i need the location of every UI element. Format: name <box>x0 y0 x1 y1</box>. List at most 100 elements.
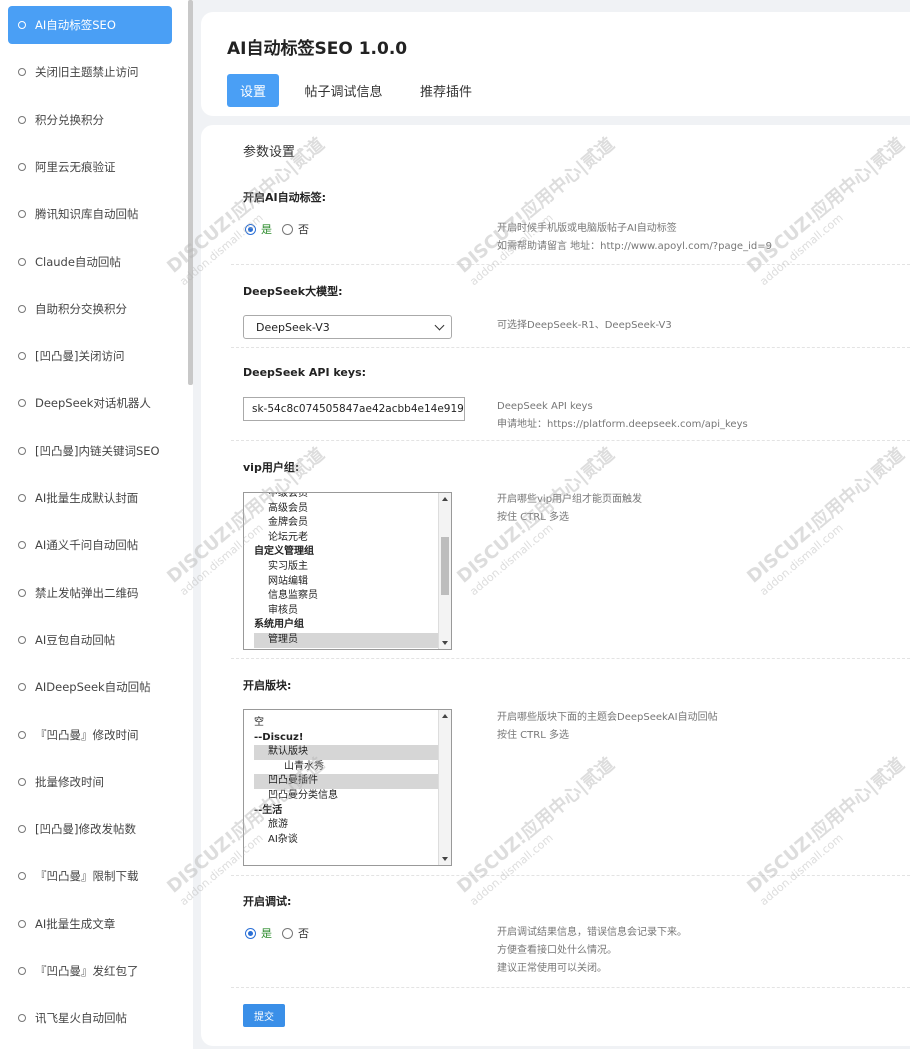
sidebar-item[interactable]: 关闭旧主题禁止访问 <box>8 53 172 91</box>
sidebar-item[interactable]: 『凹凸曼』限制下载 <box>8 857 172 895</box>
tab-post-debug-info[interactable]: 帖子调试信息 <box>296 74 391 107</box>
option-group-label: 系统用户组 <box>254 619 304 631</box>
debug-yes-radio[interactable] <box>245 927 256 939</box>
debug-label: 开启调试: <box>243 895 292 908</box>
enable-ai-no-label: 否 <box>298 223 309 236</box>
section-title: 参数设置 <box>243 145 296 160</box>
api-keys-desc-line1: DeepSeek API keys <box>497 401 593 412</box>
list-option[interactable]: 网站编辑 <box>254 575 451 590</box>
chevron-down-icon <box>434 320 445 331</box>
circle-bullet-icon <box>18 304 26 313</box>
setting-enable-ai: 开启AI自动标签: 是 否 开启时候手机版或电脑版帖子AI自动标签 如需帮助请留… <box>231 169 910 265</box>
model-select[interactable]: DeepSeek-V3 <box>243 315 452 339</box>
list-option[interactable]: 审核员 <box>254 604 451 619</box>
sidebar-item[interactable]: 『凹凸曼』修改时间 <box>8 716 172 754</box>
setting-api-keys: DeepSeek API keys: sk-54c8c074505847ae42… <box>231 348 910 441</box>
circle-bullet-icon <box>18 919 26 928</box>
debug-no-radio[interactable] <box>282 927 293 939</box>
sidebar-item[interactable]: DeepSeek对话机器人 <box>8 384 172 422</box>
vip-groups-multiselect[interactable]: 中级会员 高级会员 金牌会员 论坛元老 自定义管理组 实习版主 网站编辑 信息监察员 审核员 系统… <box>243 492 452 650</box>
list-option[interactable]: 空 <box>254 716 451 731</box>
sidebar-item[interactable]: AI批量生成默认封面 <box>8 479 172 517</box>
sidebar-item[interactable]: AI批量生成文章 <box>8 905 172 943</box>
sidebar-item-label: 关闭旧主题禁止访问 <box>35 65 139 80</box>
list-option[interactable]: 中级会员 <box>254 493 451 502</box>
sidebar-item[interactable]: 阿里云无痕验证 <box>8 148 172 186</box>
sidebar-item[interactable]: [凹凸曼]修改发帖数 <box>8 810 172 848</box>
enable-ai-description: 开启时候手机版或电脑版帖子AI自动标签 如需帮助请留言 地址：http://ww… <box>497 220 772 256</box>
scroll-up-arrow-icon[interactable] <box>442 497 448 501</box>
scroll-down-arrow-icon[interactable] <box>442 641 448 645</box>
sidebar-item[interactable]: 批量修改时间 <box>8 763 172 801</box>
list-option[interactable]: 默认版块 <box>254 745 451 760</box>
sidebar-item-label: 『凹凸曼』限制下载 <box>35 869 139 884</box>
api-keys-input[interactable]: sk-54c8c074505847ae42acbb4e14e919 <box>243 397 465 421</box>
tab-settings[interactable]: 设置 <box>227 74 279 107</box>
sidebar-item-label: AI豆包自动回帖 <box>35 632 116 647</box>
list-option[interactable]: 金牌会员 <box>254 516 451 531</box>
vip-groups-scrollbar[interactable] <box>438 493 451 649</box>
sidebar-item-label: AI批量生成默认封面 <box>35 491 139 505</box>
sidebar-item[interactable]: AI通义千问自动回帖 <box>8 526 172 564</box>
plugin-sidebar: AI自动标签SEO 关闭旧主题禁止访问积分兑换积分阿里云无痕验证腾讯知识库自动回帖… <box>0 0 193 1049</box>
enable-ai-yes-label: 是 <box>261 223 272 236</box>
list-option[interactable]: 高级会员 <box>254 502 451 517</box>
page-title: AI自动标签SEO 1.0.0 <box>227 39 408 59</box>
option-group-label: --生活 <box>254 804 283 816</box>
model-description: 可选择DeepSeek-R1、DeepSeek-V3 <box>497 320 672 331</box>
sidebar-item-label: 腾讯知识库自动回帖 <box>35 207 139 222</box>
list-option[interactable]: 凹凸曼插件 <box>254 774 451 789</box>
enable-ai-no-radio[interactable] <box>282 223 293 235</box>
list-option[interactable]: 信息监察员 <box>254 589 451 604</box>
list-option[interactable]: 山青水秀 <box>254 760 451 775</box>
scroll-down-arrow-icon[interactable] <box>442 857 448 861</box>
sidebar-item[interactable]: 『凹凸曼』发红包了 <box>8 952 172 990</box>
sidebar-item[interactable]: [凹凸曼]内链关键词SEO <box>8 432 172 470</box>
sidebar-item[interactable]: AI自动标签SEO <box>8 6 172 44</box>
list-option[interactable]: AI杂谈 <box>254 833 451 848</box>
list-option[interactable]: 旅游 <box>254 818 451 833</box>
tab-recommended-plugins[interactable]: 推荐插件 <box>411 74 481 107</box>
vip-groups-description: 开启哪些vip用户组才能页面触发 按住 CTRL 多选 <box>497 491 642 527</box>
sidebar-item-label: 批量修改时间 <box>35 774 104 789</box>
enable-ai-radio-group: 是 否 <box>245 221 309 237</box>
list-option[interactable]: 凹凸曼分类信息 <box>254 789 451 804</box>
sidebar-item-label: Claude自动回帖 <box>35 254 121 269</box>
circle-bullet-icon <box>18 446 26 455</box>
circle-bullet-icon <box>18 68 26 77</box>
forums-multiselect[interactable]: 空 --Discuz! 默认版块 山青水秀 凹凸曼插件 凹凸曼分类信息 --生活 旅游 AI杂谈 <box>243 709 452 866</box>
submit-button[interactable]: 提交 <box>243 1004 285 1027</box>
settings-panel: 参数设置 开启AI自动标签: 是 否 开启时候手机版或电脑版帖子AI自动标签 如… <box>201 125 910 1046</box>
sidebar-item[interactable]: AIDeepSeek自动回帖 <box>8 668 172 706</box>
circle-bullet-icon <box>18 399 26 408</box>
forums-scrollbar[interactable] <box>438 710 451 865</box>
scroll-up-arrow-icon[interactable] <box>442 714 448 718</box>
circle-bullet-icon <box>18 541 26 550</box>
scroll-thumb[interactable] <box>441 537 449 595</box>
forums-desc-line2: 按住 CTRL 多选 <box>497 730 569 741</box>
sidebar-item-label: 阿里云无痕验证 <box>35 159 116 174</box>
sidebar-item[interactable]: AI豆包自动回帖 <box>8 621 172 659</box>
model-label: DeepSeek大模型: <box>243 285 343 298</box>
sidebar-item-label: AIDeepSeek自动回帖 <box>35 680 151 695</box>
list-option[interactable]: 实习版主 <box>254 560 451 575</box>
circle-bullet-icon <box>18 352 26 361</box>
sidebar-item[interactable]: 禁止发帖弹出二维码 <box>8 574 172 612</box>
list-option[interactable]: 论坛元老 <box>254 531 451 546</box>
sidebar-item[interactable]: 自助积分交换积分 <box>8 290 172 328</box>
sidebar-item-label: 『凹凸曼』修改时间 <box>35 727 139 742</box>
sidebar-item[interactable]: 腾讯知识库自动回帖 <box>8 195 172 233</box>
sidebar-scrollbar[interactable] <box>188 0 193 385</box>
enable-ai-yes-radio[interactable] <box>245 223 256 235</box>
sidebar-item-label: AI通义千问自动回帖 <box>35 538 139 553</box>
sidebar-item[interactable]: [凹凸曼]关闭访问 <box>8 337 172 375</box>
circle-bullet-icon <box>18 730 26 739</box>
circle-bullet-icon <box>18 683 26 692</box>
setting-forums: 开启版块: 空 --Discuz! 默认版块 山青水秀 凹凸曼插件 凹凸曼分类信息 --生活… <box>231 659 910 876</box>
sidebar-item[interactable]: 讯飞星火自动回帖 <box>8 999 172 1037</box>
sidebar-item[interactable]: 积分兑换积分 <box>8 101 172 139</box>
sidebar-item-label: [凹凸曼]修改发帖数 <box>35 822 136 837</box>
enable-ai-desc-line2: 如需帮助请留言 地址：http://www.apoyl.com/?page_id… <box>497 241 772 252</box>
sidebar-item[interactable]: Claude自动回帖 <box>8 243 172 281</box>
list-option[interactable]: 管理员 <box>254 632 451 648</box>
